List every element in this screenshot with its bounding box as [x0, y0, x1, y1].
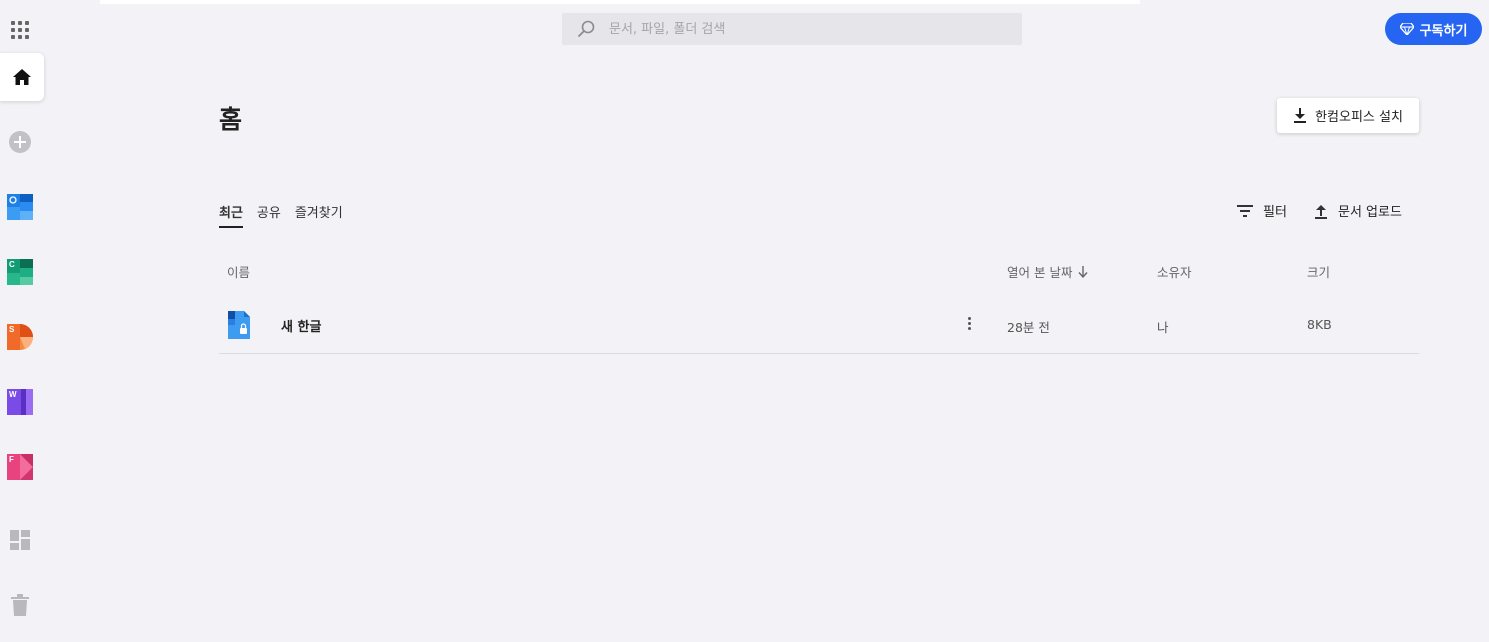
more-options-icon[interactable]	[967, 317, 973, 331]
search-bar[interactable]	[562, 13, 1022, 45]
column-header-name[interactable]: 이름	[227, 262, 250, 281]
show-letter: S	[9, 325, 15, 334]
sort-arrow-down-icon	[1078, 265, 1088, 278]
upload-document-button[interactable]: 문서 업로드	[1314, 201, 1402, 220]
download-icon	[1294, 107, 1307, 123]
upload-document-label: 문서 업로드	[1338, 205, 1402, 220]
subscribe-label: 구독하기	[1419, 23, 1468, 39]
diamond-icon	[1399, 23, 1414, 35]
trash-icon[interactable]	[11, 594, 29, 616]
dashboard-icon[interactable]	[10, 530, 30, 550]
sidebar-app-hwp[interactable]: W	[7, 389, 33, 415]
tab-shared[interactable]: 공유	[257, 202, 281, 228]
table-row[interactable]: 새 한글 28분 전 나 8KB	[219, 300, 1419, 354]
forms-letter: F	[9, 455, 14, 464]
sidebar-app-forms[interactable]: F	[7, 454, 33, 480]
apps-grid-icon[interactable]	[11, 21, 29, 39]
tab-recent[interactable]: 최근	[219, 202, 243, 228]
calendar-app-icon	[7, 194, 33, 220]
column-header-opened-label: 열어 본 날짜	[1007, 265, 1073, 280]
subscribe-button[interactable]: 구독하기	[1385, 13, 1482, 45]
column-header-opened[interactable]: 열어 본 날짜	[1007, 262, 1088, 281]
filter-label: 필터	[1263, 205, 1287, 220]
file-opened-date: 28분 전	[1007, 320, 1050, 335]
home-icon	[13, 69, 31, 85]
new-document-button[interactable]	[9, 131, 31, 153]
sidebar-app-calc[interactable]: C	[7, 259, 33, 285]
tab-favorites[interactable]: 즐겨찾기	[295, 202, 343, 228]
upload-icon	[1315, 204, 1327, 219]
sidebar-app-calendar[interactable]	[7, 194, 33, 220]
sidebar: C S W F	[0, 0, 44, 642]
search-icon	[577, 20, 595, 38]
search-input[interactable]	[609, 21, 989, 37]
file-name[interactable]: 새 한글	[281, 316, 321, 335]
page-title: 홈	[219, 105, 243, 134]
column-header-owner[interactable]: 소유자	[1157, 262, 1192, 281]
hwp-letter: W	[9, 390, 17, 399]
top-edge	[100, 0, 1140, 4]
hwp-file-icon	[228, 311, 250, 339]
column-header-size[interactable]: 크기	[1307, 262, 1330, 281]
install-office-button[interactable]: 한컴오피스 설치	[1277, 98, 1419, 133]
filter-button[interactable]: 필터	[1237, 201, 1287, 220]
filter-icon	[1237, 204, 1253, 217]
install-office-label: 한컴오피스 설치	[1315, 110, 1403, 125]
document-tabs: 최근 공유 즐겨찾기	[219, 202, 343, 228]
file-size: 8KB	[1307, 317, 1332, 332]
sidebar-app-show[interactable]: S	[7, 324, 33, 350]
calc-letter: C	[9, 260, 15, 269]
file-owner: 나	[1157, 320, 1169, 335]
sidebar-item-home[interactable]	[0, 53, 44, 101]
